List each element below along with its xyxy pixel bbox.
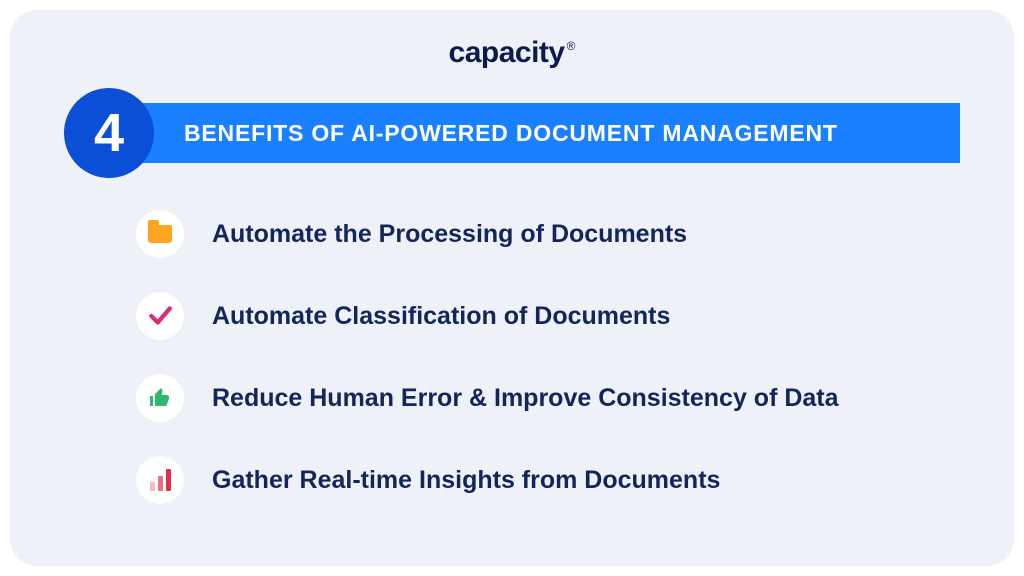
check-icon	[136, 292, 184, 340]
folder-icon	[136, 210, 184, 258]
list-item: Automate Classification of Documents	[136, 292, 960, 340]
item-label: Reduce Human Error & Improve Consistency…	[212, 384, 839, 413]
registered-mark: ®	[567, 39, 576, 53]
list-item: Gather Real-time Insights from Documents	[136, 456, 960, 504]
count-badge: 4	[64, 88, 154, 178]
benefits-list: Automate the Processing of Documents Aut…	[64, 192, 960, 504]
infographic-card: capacity ® BENEFITS OF AI-POWERED DOCUME…	[10, 10, 1014, 566]
item-label: Automate Classification of Documents	[212, 302, 670, 331]
brand-name: capacity	[449, 36, 565, 70]
thumbs-up-icon	[136, 374, 184, 422]
count-number: 4	[94, 106, 124, 160]
item-label: Automate the Processing of Documents	[212, 220, 687, 249]
title-bar: BENEFITS OF AI-POWERED DOCUMENT MANAGEME…	[94, 103, 960, 163]
page-title: BENEFITS OF AI-POWERED DOCUMENT MANAGEME…	[184, 120, 838, 147]
list-item: Automate the Processing of Documents	[136, 210, 960, 258]
list-item: Reduce Human Error & Improve Consistency…	[136, 374, 960, 422]
brand-logo: capacity ®	[64, 36, 960, 70]
item-label: Gather Real-time Insights from Documents	[212, 466, 720, 495]
bar-chart-icon	[136, 456, 184, 504]
title-section: BENEFITS OF AI-POWERED DOCUMENT MANAGEME…	[64, 88, 960, 178]
